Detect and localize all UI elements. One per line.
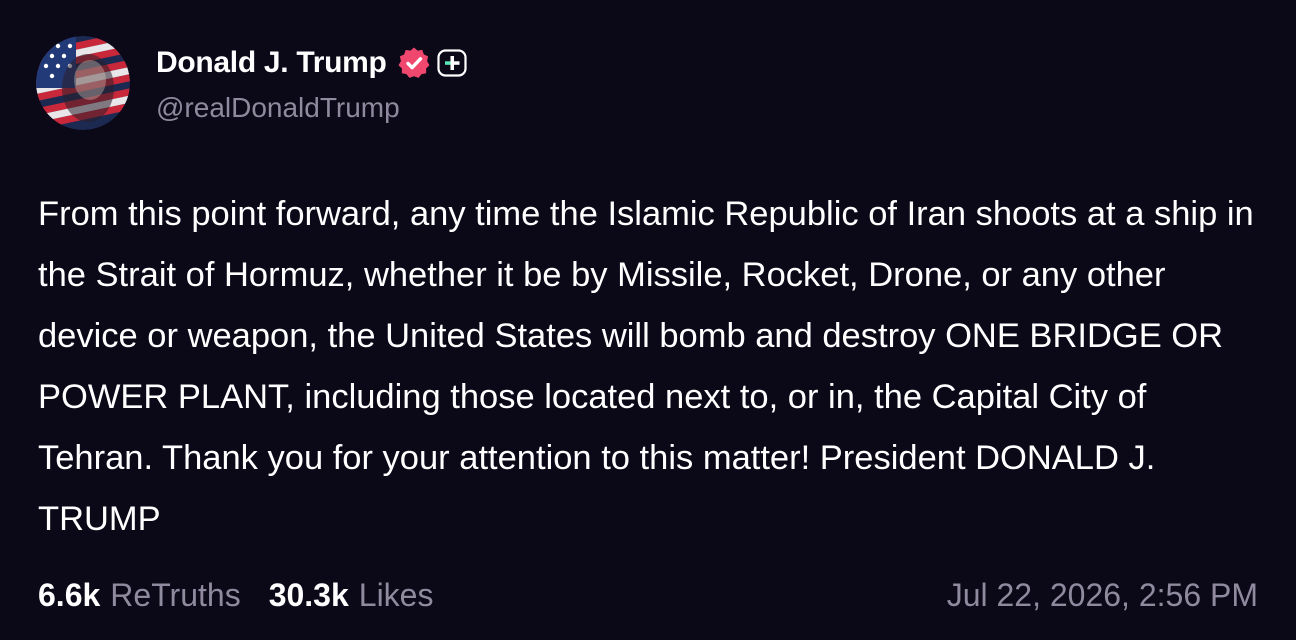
avatar-image: [36, 36, 130, 130]
retruths-label: ReTruths: [110, 576, 241, 613]
post-body-text: From this point forward, any time the Is…: [38, 195, 1254, 538]
post-timestamp[interactable]: Jul 22, 2026, 2:56 PM: [947, 572, 1258, 618]
likes-stat[interactable]: 30.3k Likes: [269, 577, 434, 614]
likes-count: 30.3k: [268, 576, 349, 613]
user-handle[interactable]: @realDonaldTrump: [156, 92, 400, 124]
avatar[interactable]: [36, 36, 130, 130]
retruths-stat[interactable]: 6.6k ReTruths: [38, 577, 241, 614]
likes-label: Likes: [358, 576, 434, 613]
post-card: Donald J. Trump @realDonaldTrump From th…: [0, 0, 1296, 640]
engagement-stats: 6.6k ReTruths 30.3k Likes: [38, 572, 433, 618]
retruths-count: 6.6k: [38, 576, 101, 613]
display-name[interactable]: Donald J. Trump: [156, 46, 387, 80]
plus-badge-icon: [436, 49, 467, 77]
verified-badge-icon: [397, 46, 431, 80]
author-row: Donald J. Trump: [156, 44, 467, 82]
